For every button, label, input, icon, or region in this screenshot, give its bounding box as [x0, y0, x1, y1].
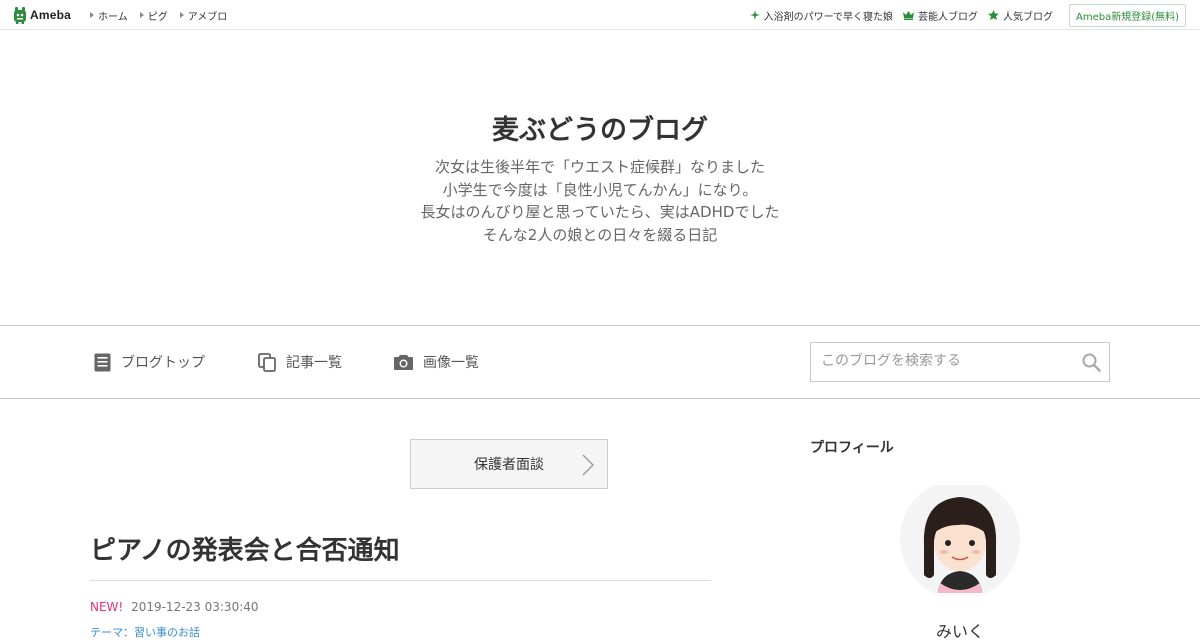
blog-description: 次女は生後半年で「ウエスト症候群」なりました 小学生で今度は「良性小児てんかん」…: [0, 156, 1200, 246]
camera-icon: [394, 355, 413, 370]
triangle-right-icon: [179, 12, 184, 18]
copy-icon: [258, 352, 276, 372]
search-icon[interactable]: [1081, 352, 1101, 372]
global-nav: ホーム ピグ アメブロ: [90, 0, 239, 30]
header-links: 入浴剤のパワーで早く寝た娘 芸能人ブログ 人気ブログ Ameba新規登録(無料): [740, 0, 1186, 30]
global-nav-home[interactable]: ホーム: [90, 8, 128, 23]
blog-nav: ブログトップ 記事一覧 画像一覧: [0, 325, 1200, 399]
new-badge: NEW!: [90, 600, 124, 614]
trending-link[interactable]: 入浴剤のパワーで早く寝た娘: [749, 8, 893, 23]
blog-title[interactable]: 麦ぶどうのブログ: [0, 108, 1200, 147]
blog-search-input[interactable]: [811, 343, 1071, 379]
nav-image-list[interactable]: 画像一覧: [394, 326, 479, 398]
nav-image-list-label: 画像一覧: [423, 355, 479, 371]
profile-avatar[interactable]: [900, 485, 1020, 593]
document-icon: [94, 353, 111, 371]
entry-datetime: 2019-12-23 03:30:40: [131, 600, 259, 614]
nav-blog-top-label: ブログトップ: [121, 355, 205, 371]
logo-text: Ameba: [30, 8, 72, 22]
nav-blog-top[interactable]: ブログトップ: [94, 326, 205, 398]
blog-search: [810, 342, 1110, 382]
blog-description-line: 次女は生後半年で「ウエスト症候群」なりました: [434, 158, 765, 176]
register-button[interactable]: Ameba新規登録(無料): [1068, 3, 1186, 27]
triangle-right-icon: [90, 12, 94, 18]
global-nav-label: ピグ: [147, 11, 168, 23]
global-nav-label: アメブロ: [187, 11, 228, 23]
ameba-mascot-icon: [14, 7, 26, 24]
entry-meta: NEW! 2019-12-23 03:30:40: [90, 600, 259, 614]
global-header: Ameba ホーム ピグ アメブロ 入浴剤のパワーで早く寝た娘 芸能人ブログ 人…: [0, 0, 1200, 30]
popular-blog-label: 人気ブログ: [1002, 11, 1053, 23]
profile-name[interactable]: みいく: [900, 618, 1020, 642]
blog-description-line: 小学生で今度は「良性小児てんかん」になり。: [442, 180, 758, 199]
popular-blog-link[interactable]: 人気ブログ: [987, 8, 1053, 23]
nav-entry-list-label: 記事一覧: [286, 355, 342, 371]
entry-divider: [90, 580, 711, 581]
global-nav-pigg[interactable]: ピグ: [139, 8, 168, 23]
global-nav-ameblo[interactable]: アメブロ: [179, 8, 228, 23]
trending-link-label: 入浴剤のパワーで早く寝た娘: [763, 11, 893, 23]
celebrity-blog-label: 芸能人ブログ: [917, 11, 978, 23]
triangle-right-icon: [139, 12, 144, 18]
entry-theme-link[interactable]: テーマ：習い事のお話: [90, 624, 200, 640]
blog-description-line: そんな2人の娘との日々を綴る日記: [482, 225, 718, 244]
crown-icon: [902, 11, 914, 20]
profile-heading: プロフィール: [810, 440, 894, 456]
global-nav-label: ホーム: [98, 11, 128, 23]
ameba-logo[interactable]: Ameba: [12, 6, 71, 24]
nav-entry-list[interactable]: 記事一覧: [258, 326, 342, 398]
blog-description-line: 長女はのんびり屋と思っていたら、実はADHDでした: [420, 203, 780, 221]
theme-button-label: 保護者面談: [474, 457, 544, 473]
celebrity-blog-link[interactable]: 芸能人ブログ: [902, 8, 978, 23]
entry-title[interactable]: ピアノの発表会と合否通知: [90, 530, 400, 567]
chevron-right-icon: [582, 454, 594, 476]
star-icon: [987, 10, 999, 20]
sparkle-icon: [749, 10, 760, 20]
theme-button[interactable]: 保護者面談: [410, 439, 608, 489]
